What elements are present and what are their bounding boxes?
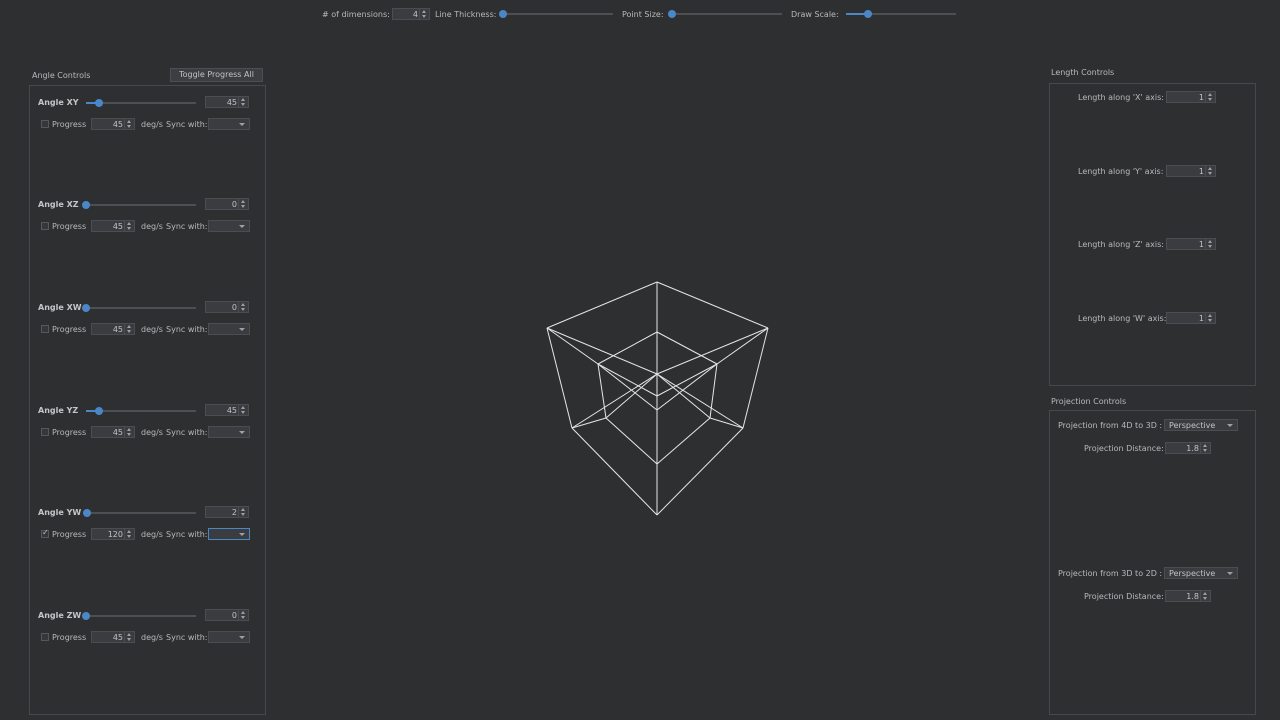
tesseract-wireframe	[546, 281, 769, 516]
hypercube-canvas[interactable]	[0, 0, 1280, 720]
